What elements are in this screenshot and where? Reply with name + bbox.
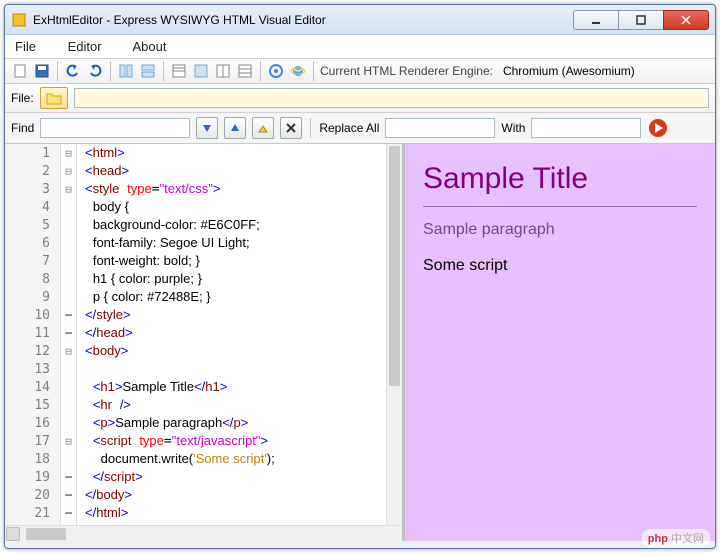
separator bbox=[110, 61, 111, 81]
layout-icon-3[interactable] bbox=[214, 62, 232, 80]
scroll-left-button[interactable] bbox=[6, 527, 20, 541]
clear-find-button[interactable] bbox=[280, 117, 302, 139]
find-label: Find bbox=[11, 121, 34, 135]
findbar: Find Replace All With bbox=[5, 113, 715, 144]
find-next-button[interactable] bbox=[196, 117, 218, 139]
replace-label: Replace All bbox=[319, 121, 379, 135]
preview-paragraph: Sample paragraph bbox=[423, 221, 697, 239]
vertical-scroll-thumb[interactable] bbox=[389, 146, 400, 386]
split-vertical-icon[interactable] bbox=[117, 62, 135, 80]
ie-icon[interactable] bbox=[289, 62, 307, 80]
separator bbox=[260, 61, 261, 81]
toolbar: Current HTML Renderer Engine: Chromium (… bbox=[5, 58, 715, 84]
replace-go-button[interactable] bbox=[647, 117, 669, 139]
app-icon bbox=[11, 12, 27, 28]
fold-gutter: ⊟⊟⊟━━⊟⊟━━━ bbox=[61, 144, 77, 525]
undo-icon[interactable] bbox=[64, 62, 82, 80]
replace-input[interactable] bbox=[385, 118, 495, 138]
find-prev-button[interactable] bbox=[224, 117, 246, 139]
menu-about[interactable]: About bbox=[132, 39, 166, 54]
highlight-button[interactable] bbox=[252, 117, 274, 139]
find-input[interactable] bbox=[40, 118, 190, 138]
save-icon[interactable] bbox=[33, 62, 51, 80]
separator bbox=[57, 61, 58, 81]
watermark: php 中文网 bbox=[642, 529, 710, 547]
separator bbox=[163, 61, 164, 81]
preview-script-output: Some script bbox=[423, 257, 697, 275]
maximize-button[interactable] bbox=[618, 10, 664, 30]
code-editor[interactable]: 123456789101112131415161718192021 ⊟⊟⊟━━⊟… bbox=[5, 144, 405, 541]
split-pane: 123456789101112131415161718192021 ⊟⊟⊟━━⊟… bbox=[5, 144, 715, 541]
menu-file[interactable]: File bbox=[15, 39, 36, 54]
renderer-value: Chromium (Awesomium) bbox=[503, 64, 635, 78]
preview-pane: Sample Title Sample paragraph Some scrip… bbox=[405, 144, 715, 541]
code-area[interactable]: <html><head><style type="text/css"> body… bbox=[77, 144, 386, 525]
line-gutter: 123456789101112131415161718192021 bbox=[5, 144, 61, 525]
file-path-input[interactable] bbox=[74, 88, 709, 108]
window-title: ExHtmlEditor - Express WYSIWYG HTML Visu… bbox=[33, 13, 574, 27]
layout-icon-1[interactable] bbox=[170, 62, 188, 80]
redo-icon[interactable] bbox=[86, 62, 104, 80]
horizontal-scroll-thumb[interactable] bbox=[26, 528, 66, 540]
separator bbox=[310, 118, 311, 138]
minimize-button[interactable] bbox=[573, 10, 619, 30]
titlebar[interactable]: ExHtmlEditor - Express WYSIWYG HTML Visu… bbox=[5, 5, 715, 35]
menubar: File Editor About bbox=[5, 35, 715, 58]
watermark-php: php bbox=[648, 533, 668, 545]
preview-rule bbox=[423, 206, 697, 207]
layout-icon-2[interactable] bbox=[192, 62, 210, 80]
folder-open-icon bbox=[46, 91, 62, 105]
menu-editor[interactable]: Editor bbox=[68, 39, 102, 54]
vertical-scrollbar[interactable] bbox=[386, 144, 402, 525]
layout-icon-4[interactable] bbox=[236, 62, 254, 80]
split-horizontal-icon[interactable] bbox=[139, 62, 157, 80]
chromium-icon[interactable] bbox=[267, 62, 285, 80]
watermark-cn: 中文网 bbox=[671, 533, 704, 545]
window-frame: ExHtmlEditor - Express WYSIWYG HTML Visu… bbox=[4, 4, 716, 549]
with-input[interactable] bbox=[531, 118, 641, 138]
new-file-icon[interactable] bbox=[11, 62, 29, 80]
horizontal-scrollbar[interactable] bbox=[5, 525, 402, 541]
open-file-button[interactable] bbox=[40, 87, 68, 109]
renderer-label: Current HTML Renderer Engine: bbox=[320, 64, 493, 78]
filebar: File: bbox=[5, 84, 715, 113]
with-label: With bbox=[501, 121, 525, 135]
close-button[interactable] bbox=[663, 10, 709, 30]
file-label: File: bbox=[11, 91, 34, 105]
preview-heading: Sample Title bbox=[423, 162, 697, 196]
separator bbox=[313, 61, 314, 81]
